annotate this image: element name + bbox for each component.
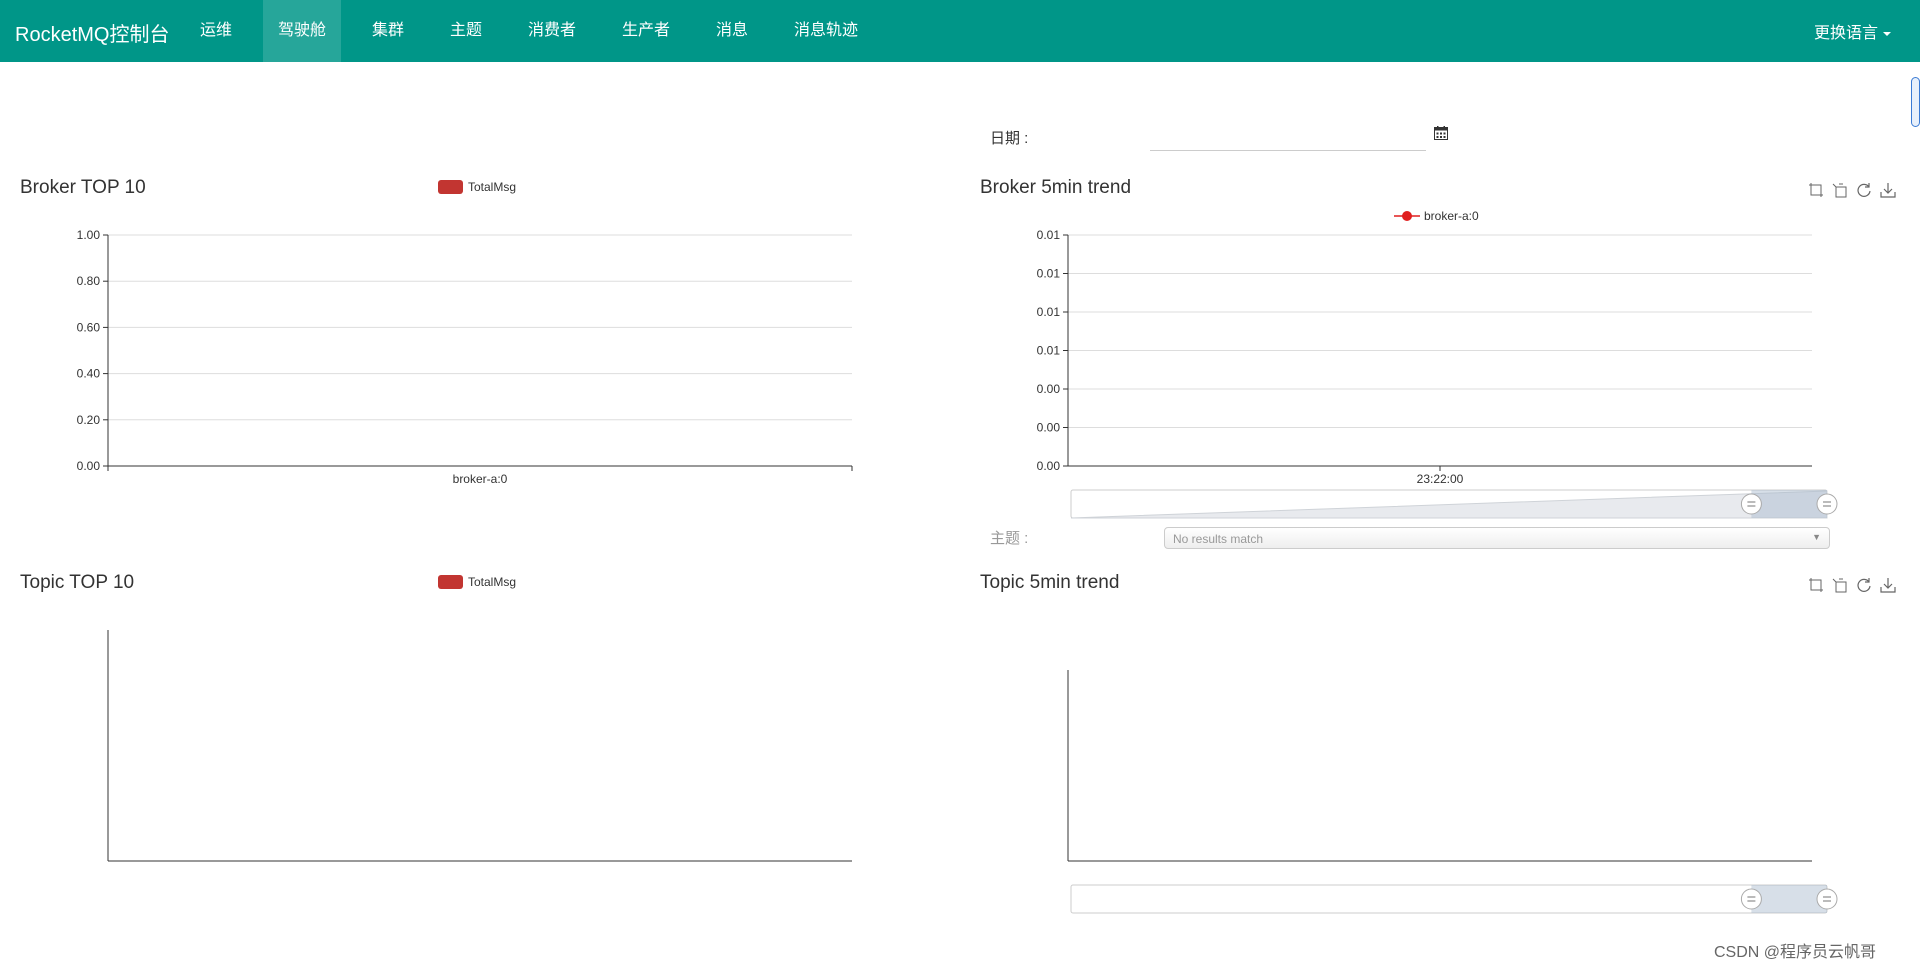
broker-trend-ytick-label: 0.00 [1037,382,1061,396]
broker-trend-chart[interactable]: 0.00 0.00 0.00 0.01 0.01 0.01 0.01 23:22:00 [1037,228,1838,519]
broker-top10-ytick-label: 0.40 [77,367,101,381]
broker-trend-ytick-label: 0.01 [1037,228,1061,242]
topic-trend-datazoom-track [1070,884,1828,914]
broker-trend-xtick-label: 23:22:00 [1417,472,1464,486]
broker-top10-ytick-label: 0.80 [77,274,101,288]
broker-top10-ytick-label: 0.00 [77,459,101,473]
broker-trend-datazoom-left-handle [1740,493,1762,515]
broker-trend-ytick-label: 0.00 [1037,459,1061,473]
watermark: CSDN @程序员云帆哥 [1714,944,1877,961]
broker-trend-ytick-label: 0.00 [1037,421,1061,435]
charts-canvas: 0.000.200.400.600.801.00broker-a:0 0.000… [77,228,1838,914]
broker-top10-xtick-label: broker-a:0 [453,472,508,486]
topic-trend-datazoom-selected-range [1751,885,1827,913]
broker-top10-chart[interactable]: 0.00 0.20 0.40 0.60 0.80 1.00 broker-a:0 [77,228,853,486]
broker-trend-datazoom-right-handle [1816,493,1838,515]
topic-top10-chart[interactable] [107,630,852,862]
broker-trend-ytick-label: 0.01 [1037,305,1061,319]
topic-trend-datazoom-right-handle [1816,888,1838,910]
broker-trend-datazoom-selected-range [1751,490,1827,518]
topic-trend-chart[interactable] [1067,670,1838,914]
broker-trend-ytick-label: 0.01 [1037,267,1061,281]
broker-top10-ytick-label: 0.20 [77,413,101,427]
broker-top10-ytick-label: 1.00 [77,228,101,242]
broker-trend-ytick-label: 0.01 [1037,344,1061,358]
broker-top10-ytick-label: 0.60 [77,320,101,334]
topic-trend-datazoom-left-handle [1740,888,1762,910]
